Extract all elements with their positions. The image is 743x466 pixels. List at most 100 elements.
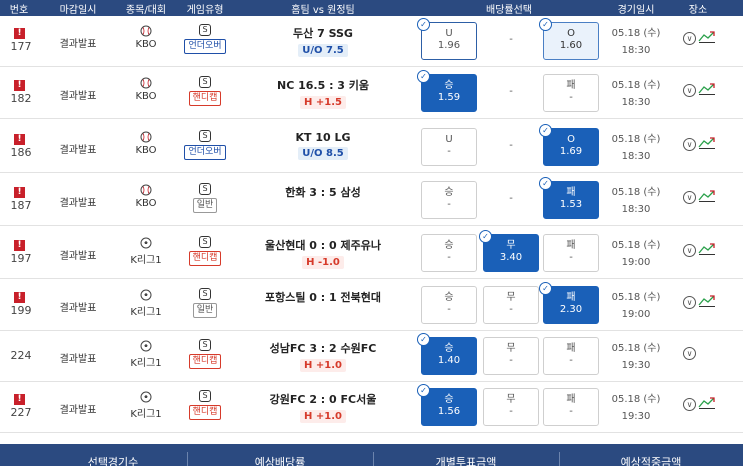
deadline-status: 결과발표	[59, 405, 97, 416]
sport-league: KBO	[126, 131, 166, 156]
odds-away-button[interactable]: 패-	[543, 388, 599, 426]
trend-chart-icon[interactable]	[698, 83, 716, 98]
odds-home-button[interactable]: ✓ U 1.96	[417, 18, 477, 60]
map-pin-icon[interactable]: ∨	[683, 191, 696, 204]
trend-chart-icon[interactable]	[698, 397, 716, 412]
check-icon: ✓	[417, 333, 430, 346]
alert-icon: !	[14, 80, 25, 91]
match-datetime: 05.18 (수) 18:30	[611, 28, 661, 56]
odds-home-button[interactable]: ✓ 승 1.59	[417, 70, 477, 112]
odds-away-button[interactable]: ✓ O 1.60	[539, 18, 599, 60]
odds-draw-button[interactable]: ✓ 무 3.40	[479, 230, 539, 272]
odds-home-button[interactable]: U-	[421, 128, 477, 166]
trend-chart-icon[interactable]	[698, 295, 716, 310]
trend-chart-icon[interactable]	[698, 190, 716, 205]
handicap-line: H +1.5	[300, 96, 346, 109]
odds-away-button[interactable]: 패-	[543, 234, 599, 272]
odds-away-button[interactable]: 패-	[543, 74, 599, 112]
odds-home-button[interactable]: 승-	[421, 286, 477, 324]
game-type-tag: 핸디캡	[188, 251, 222, 266]
game-type: S 언더오버	[180, 130, 230, 160]
odds-home-button[interactable]: 승-	[421, 234, 477, 272]
header-place: 장소	[688, 5, 708, 16]
game-type: S 핸디캡	[180, 339, 230, 369]
sport-league: K리그1	[126, 391, 166, 420]
league-name: K리그1	[130, 307, 162, 318]
odds-away-button[interactable]: 패-	[543, 337, 599, 375]
table-row: ! 197 결과발표 K리그1 S 핸디캡 울산현대 0 : 0 제주유나 H -1.0 승 - ✓…	[0, 228, 743, 279]
match-datetime: 05.18 (수) 18:30	[611, 134, 661, 162]
check-icon: ✓	[539, 177, 552, 190]
map-pin-icon[interactable]: ∨	[683, 398, 696, 411]
league-name: KBO	[135, 198, 157, 209]
place-cell: ∨	[683, 137, 716, 152]
map-pin-icon[interactable]: ∨	[683, 138, 696, 151]
check-icon: ✓	[539, 124, 552, 137]
game-number: ! 182	[10, 80, 32, 105]
baseball-icon	[126, 184, 166, 196]
odds-home-button[interactable]: ✓ 승 1.40	[417, 333, 477, 375]
trend-chart-icon[interactable]	[698, 243, 716, 258]
game-type: S 핸디캡	[180, 76, 230, 106]
match-datetime: 05.18 (수) 18:30	[611, 187, 661, 215]
odds-draw-button[interactable]: 무-	[483, 286, 539, 324]
game-number: ! 199	[10, 292, 32, 317]
sport-league: KBO	[126, 25, 166, 50]
odds-away-button[interactable]: ✓ O 1.69	[539, 124, 599, 166]
table-row: ! 187 결과발표 KBO S 일반 한화 3 : 5 삼성 승 - - ✓ 패 1.53 05.18 …	[0, 175, 743, 226]
table-header: 번호 마감일시 종목/대회 게임유형 홈팀 vs 원정팀 배당률선택 경기일시 …	[0, 0, 743, 16]
alert-icon: !	[14, 292, 25, 303]
s-badge-icon: S	[199, 390, 211, 402]
place-cell: ∨	[683, 295, 716, 310]
footer-expected-odds: 예상배당률	[254, 456, 306, 466]
map-pin-icon[interactable]: ∨	[683, 346, 696, 360]
game-type: S 핸디캡	[180, 236, 230, 266]
s-badge-icon: S	[199, 24, 211, 36]
sport-league: KBO	[126, 77, 166, 102]
trend-chart-icon[interactable]	[698, 31, 716, 46]
place-cell: ∨	[683, 190, 716, 205]
game-number: ! 186	[10, 134, 32, 159]
map-pin-icon[interactable]: ∨	[683, 296, 696, 309]
trend-chart-icon[interactable]	[698, 137, 716, 152]
odds-away-button[interactable]: ✓ 패 2.30	[539, 282, 599, 324]
alert-icon: !	[14, 187, 25, 198]
teams-score: 두산 7 SSG	[293, 27, 353, 40]
map-pin-icon[interactable]: ∨	[683, 32, 696, 45]
teams-score: NC 16.5 : 3 키움	[276, 79, 370, 92]
odds-away-button[interactable]: ✓ 패 1.53	[539, 177, 599, 219]
odds-draw-button[interactable]: 무-	[483, 388, 539, 426]
match-teams: 포항스틸 0 : 1 전북현대	[238, 289, 408, 305]
sport-league: KBO	[126, 184, 166, 209]
header-deadline: 마감일시	[59, 5, 97, 16]
deadline-status: 결과발표	[59, 303, 97, 314]
odds-home-button[interactable]: 승-	[421, 181, 477, 219]
odds-home-button[interactable]: ✓ 승 1.56	[417, 384, 477, 426]
game-type-tag: 언더오버	[184, 39, 226, 54]
map-pin-icon[interactable]: ∨	[683, 84, 696, 97]
header-number: 번호	[9, 5, 29, 16]
header-game-type: 게임유형	[186, 5, 224, 16]
header-teams: 홈팀 vs 원정팀	[291, 5, 355, 16]
deadline-status: 결과발표	[59, 145, 97, 156]
game-number: ! 197	[10, 240, 32, 265]
match-datetime: 05.18 (수) 18:30	[611, 80, 661, 108]
handicap-line: H +1.0	[300, 410, 346, 423]
league-name: K리그1	[130, 358, 162, 369]
header-sport-league: 종목/대회	[125, 5, 167, 16]
map-pin-icon[interactable]: ∨	[683, 244, 696, 257]
alert-icon: !	[14, 28, 25, 39]
check-icon: ✓	[417, 18, 430, 31]
league-name: KBO	[135, 145, 157, 156]
footer-bet-amount: 개별투표금액	[435, 456, 497, 466]
sport-league: K리그1	[126, 340, 166, 369]
alert-icon: !	[14, 394, 25, 405]
league-name: KBO	[135, 91, 157, 102]
deadline-status: 결과발표	[59, 198, 97, 209]
sport-league: K리그1	[126, 237, 166, 266]
place-cell: ∨	[683, 31, 716, 46]
place-cell: ∨	[683, 243, 716, 258]
baseball-icon	[126, 131, 166, 143]
deadline-status: 결과발표	[59, 354, 97, 365]
odds-draw-button[interactable]: 무-	[483, 337, 539, 375]
